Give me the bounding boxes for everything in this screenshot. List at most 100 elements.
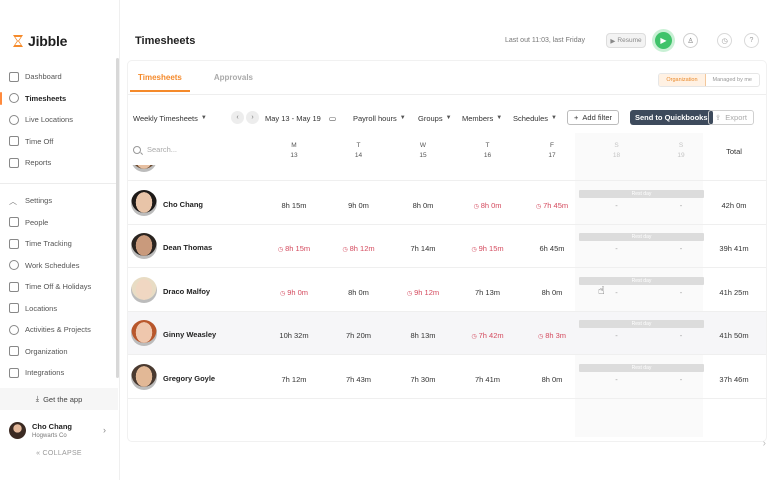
table-row[interactable]: Cedric Diggory7h 52m6h 32m10h 15m8h 36m8… bbox=[128, 165, 766, 181]
members-filter[interactable]: Members ▼ bbox=[462, 111, 502, 125]
member-name[interactable]: Ginny Weasley bbox=[163, 330, 216, 339]
time-cell[interactable]: 6h 45m bbox=[520, 244, 584, 253]
sidebar-item-dashboard[interactable]: Dashboard bbox=[0, 66, 118, 88]
table-row[interactable]: Cho Chang8h 15m9h 0m8h 0m8h 0m7h 45m--Re… bbox=[128, 182, 766, 225]
managed-by-me-toggle[interactable]: Managed by me bbox=[706, 74, 759, 86]
time-cell[interactable]: 7h 20m bbox=[327, 331, 391, 340]
table-row[interactable]: Dean Thomas 8h 15m8h 12m7h 14m9h 15m6h 45… bbox=[128, 225, 766, 268]
time-cell[interactable]: - bbox=[585, 244, 649, 253]
member-search[interactable]: Search... bbox=[133, 145, 177, 154]
organization-toggle[interactable]: Organization bbox=[659, 74, 706, 86]
time-cell[interactable]: 9h 0m bbox=[327, 201, 391, 210]
send-to-quickbooks-button[interactable]: Send to Quickbooks bbox=[630, 110, 713, 125]
day-number: 13 bbox=[290, 152, 298, 159]
member-name[interactable]: Gregory Goyle bbox=[163, 374, 215, 383]
next-week-button[interactable]: › bbox=[246, 111, 259, 124]
sidebar-item-integrations[interactable]: Integrations bbox=[0, 362, 118, 384]
location-icon bbox=[9, 303, 19, 314]
get-the-app-button[interactable]: ⤓ Get the app bbox=[0, 388, 118, 410]
time-cell[interactable]: 7h 42m bbox=[456, 331, 520, 340]
member-name[interactable]: Cho Chang bbox=[163, 200, 203, 209]
sidebar-item-time-off-holidays[interactable]: Time Off & Holidays bbox=[0, 276, 118, 298]
table-row[interactable]: Gregory Goyle 7h 12m 7h 43m 7h 30m 7h 41m 8h … bbox=[128, 356, 766, 399]
jibble-logo[interactable]: Jibble bbox=[12, 33, 67, 49]
time-cell[interactable]: 8h 31m bbox=[520, 165, 584, 166]
scroll-right-icon[interactable]: › bbox=[763, 438, 766, 449]
time-cell[interactable]: 9h 0m bbox=[262, 288, 326, 297]
tab-timesheets[interactable]: Timesheets bbox=[130, 73, 190, 92]
day-letter: T bbox=[356, 142, 361, 149]
time-cell[interactable]: 8h 3m bbox=[520, 331, 584, 340]
current-user-card[interactable]: Cho Chang Hogwarts Co › bbox=[0, 414, 118, 446]
search-input[interactable]: Search... bbox=[147, 145, 177, 154]
previous-week-button[interactable]: ‹ bbox=[231, 111, 244, 124]
time-cell[interactable]: 8h 0m bbox=[456, 201, 520, 210]
time-cell[interactable]: 6h 32m bbox=[327, 165, 391, 166]
time-cell[interactable]: 7h 43m bbox=[327, 375, 391, 384]
time-cell[interactable]: 7h 13m bbox=[456, 288, 520, 297]
payroll-hours-filter[interactable]: Payroll hours ▼ bbox=[353, 111, 406, 125]
schedules-filter[interactable]: Schedules ▼ bbox=[513, 111, 557, 125]
time-cell[interactable]: - bbox=[585, 288, 649, 297]
sidebar-item-reports[interactable]: Reports bbox=[0, 152, 118, 174]
time-cell[interactable]: 8h 0m bbox=[327, 288, 391, 297]
time-cell[interactable]: - bbox=[585, 375, 649, 384]
time-cell[interactable]: 7h 30m bbox=[391, 375, 455, 384]
sidebar-item-work-schedules[interactable]: Work Schedules bbox=[0, 255, 118, 277]
day-letter: M bbox=[291, 142, 297, 149]
time-cell[interactable]: 7h 45m bbox=[520, 201, 584, 210]
sidebar-item-timesheets[interactable]: Timesheets bbox=[0, 88, 118, 110]
time-cell[interactable]: 9h 12m bbox=[391, 288, 455, 297]
tab-approvals[interactable]: Approvals bbox=[214, 73, 253, 92]
table-row[interactable]: Ginny Weasley 10h 32m7h 20m8h 13m7h 42m8h… bbox=[128, 312, 766, 355]
sidebar-item-activities-projects[interactable]: Activities & Projects bbox=[0, 319, 118, 341]
day-letter: F bbox=[550, 142, 554, 149]
time-cell[interactable]: 8h 0m bbox=[391, 201, 455, 210]
sidebar-item-locations[interactable]: Locations bbox=[0, 298, 118, 320]
time-cell[interactable]: 10h 32m bbox=[262, 331, 326, 340]
member-name[interactable]: Dean Thomas bbox=[163, 243, 212, 252]
time-cell[interactable]: - bbox=[585, 165, 649, 166]
time-cell[interactable]: 8h 0m bbox=[520, 288, 584, 297]
time-cell[interactable]: 10h 15m bbox=[391, 165, 455, 166]
time-cell[interactable]: 7h 14m bbox=[391, 244, 455, 253]
time-cell[interactable]: 7h 52m bbox=[262, 165, 326, 166]
sidebar-item-live-locations[interactable]: Live Locations bbox=[0, 109, 118, 131]
sidebar-item-settings[interactable]: ︿ Settings bbox=[0, 190, 118, 212]
member-name[interactable]: Draco Malfoy bbox=[163, 287, 210, 296]
time-cell[interactable]: 8h 13m bbox=[391, 331, 455, 340]
clock-in-play-button[interactable]: ▶ bbox=[655, 32, 672, 49]
time-cell[interactable]: 7h 12m bbox=[262, 375, 326, 384]
time-cell[interactable]: 9h 15m bbox=[456, 244, 520, 253]
groups-filter[interactable]: Groups ▼ bbox=[418, 111, 452, 125]
export-button[interactable]: ⇪ Export bbox=[708, 110, 754, 125]
time-cell[interactable]: 8h 15m bbox=[262, 244, 326, 253]
time-cell[interactable]: 8h 0m bbox=[520, 375, 584, 384]
view-select[interactable]: Weekly Timesheets ▼ bbox=[133, 111, 207, 125]
time-cell[interactable]: 8h 36m bbox=[456, 165, 520, 166]
help-button[interactable]: ? bbox=[744, 33, 759, 48]
sidebar-item-organization[interactable]: Organization bbox=[0, 341, 118, 363]
sidebar-item-time-off[interactable]: Time Off bbox=[0, 131, 118, 153]
help-icon: ? bbox=[749, 37, 754, 44]
resume-button[interactable]: ▶ Resume bbox=[606, 33, 646, 48]
time-cell[interactable]: 8h 15m bbox=[262, 201, 326, 210]
time-cell[interactable]: 8h 12m bbox=[327, 244, 391, 253]
time-cell[interactable]: - bbox=[585, 201, 649, 210]
clock-in-for-member-button[interactable]: ♙ bbox=[683, 33, 698, 48]
sidebar-item-label: Organization bbox=[25, 346, 68, 356]
view-scope-toggle: Organization Managed by me bbox=[658, 73, 760, 87]
time-cell[interactable]: - bbox=[585, 331, 649, 340]
collapse-sidebar-button[interactable]: « COLLAPSE bbox=[0, 450, 118, 457]
time-cell[interactable]: 7h 41m bbox=[456, 375, 520, 384]
table-row[interactable]: Draco Malfoy9h 0m8h 0m9h 12m7h 13m8h 0m-… bbox=[128, 269, 766, 312]
sidebar-item-label: Activities & Projects bbox=[25, 325, 91, 335]
day-number: 14 bbox=[354, 152, 363, 159]
chevron-left-icon: ‹ bbox=[236, 114, 239, 121]
date-range-picker[interactable]: May 13 - May 19 ▭ bbox=[265, 111, 336, 125]
sidebar-item-people[interactable]: People bbox=[0, 212, 118, 234]
caret-down-icon: ▼ bbox=[399, 115, 406, 121]
sidebar-item-time-tracking[interactable]: Time Tracking bbox=[0, 233, 118, 255]
add-filter-button[interactable]: + Add filter bbox=[567, 110, 619, 125]
timer-button[interactable]: ◷ bbox=[717, 33, 732, 48]
